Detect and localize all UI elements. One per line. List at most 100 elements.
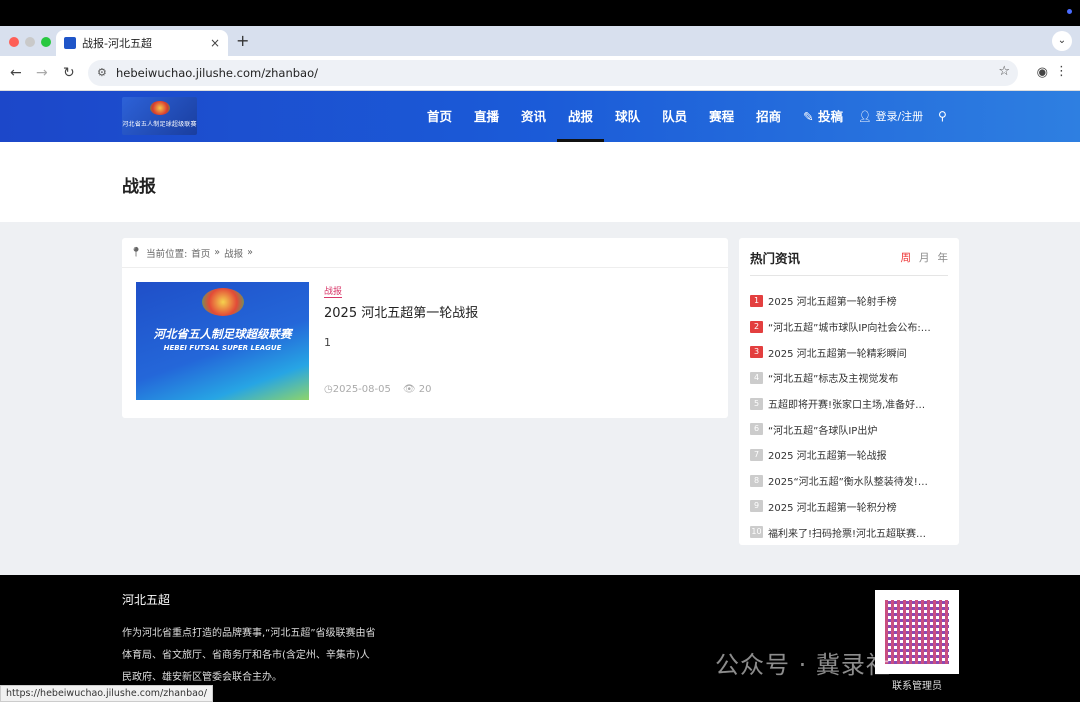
tab-bar: 战报-河北五超 × + ⌄ (0, 26, 1080, 56)
rank-badge: 5 (750, 397, 763, 410)
widget-title: 热门资讯 (750, 251, 801, 266)
post-date: ◷2025-08-05 (324, 384, 391, 395)
status-url-bubble: https://hebeiwuchao.jilushe.com/zhanbao/ (0, 685, 213, 702)
rank-badge: 10 (750, 526, 763, 539)
more-menu-icon[interactable]: ⋮ (1055, 64, 1068, 79)
site-logo[interactable]: 河北省五人制足球超级联赛 (122, 97, 197, 135)
breadcrumb-home[interactable]: 首页 (191, 246, 210, 260)
edit-icon: ✎ (803, 109, 818, 124)
list-item[interactable]: 6 “河北五超”各球队IP出炉 (750, 416, 948, 442)
hot-news-link[interactable]: 2025 河北五超第一轮战报 (768, 447, 887, 462)
website: 河北省五人制足球超级联赛 首页 直播 资讯 战报 球队 队员 赛程 招商 ✎ 投… (0, 91, 1080, 702)
rank-badge: 9 (750, 500, 763, 513)
forward-icon[interactable]: → (36, 65, 48, 81)
hot-news-link[interactable]: 福利来了!扫码抢票!河北五超联赛… (768, 525, 926, 540)
list-item[interactable]: 5 五超即将开赛!张家口主场,准备好… (750, 391, 948, 417)
eye-icon: 👁︎ (402, 384, 419, 395)
footer-description: 作为河北省重点打造的品牌赛事,“河北五超”省级联赛由省体育局、省文旅厅、省商务厅… (122, 628, 376, 683)
post-views: 👁︎ 20 (403, 384, 432, 395)
widget-header: 热门资讯 周 月 年 (750, 248, 948, 276)
nav-sponsor[interactable]: 招商 (745, 91, 792, 142)
list-item[interactable]: 1 2025 河北五超第一轮射手榜 (750, 288, 948, 314)
breadcrumb-current[interactable]: 战报 (224, 246, 243, 260)
user-icon: 👤︎ (858, 110, 876, 123)
post-thumbnail[interactable]: 河北省五人制足球超级联赛 HEBEI FUTSAL SUPER LEAGUE (136, 282, 309, 400)
tab-week[interactable]: 周 (901, 250, 912, 265)
list-item[interactable]: 9 2025 河北五超第一轮积分榜 (750, 494, 948, 520)
hot-news-link[interactable]: 2025“河北五超”衡水队整装待发!… (768, 473, 928, 488)
new-tab-button[interactable]: + (236, 31, 249, 50)
nav-teams[interactable]: 球队 (604, 91, 651, 142)
logo-text: 河北省五人制足球超级联赛 (122, 121, 197, 128)
minimize-window-button[interactable] (25, 37, 35, 47)
menu-bar (0, 0, 1080, 26)
list-item[interactable]: 7 2025 河北五超第一轮战报 (750, 442, 948, 468)
rank-badge: 3 (750, 346, 763, 359)
login-label: 登录/注册 (875, 110, 924, 123)
browser-tab[interactable]: 战报-河北五超 × (56, 30, 228, 56)
tab-month[interactable]: 月 (919, 250, 930, 265)
hot-news-link[interactable]: 2025 河北五超第一轮射手榜 (768, 293, 897, 308)
post-date-text: 2025-08-05 (332, 384, 391, 395)
breadcrumb-separator: » (214, 247, 221, 258)
nav-schedule[interactable]: 赛程 (698, 91, 745, 142)
page-title: 战报 (122, 177, 156, 197)
status-dot (1067, 9, 1072, 14)
post-meta: ◷2025-08-05 👁︎ 20 (324, 384, 431, 395)
back-icon[interactable]: ← (10, 65, 22, 81)
hot-news-link[interactable]: “河北五超”标志及主视觉发布 (768, 370, 898, 385)
list-item[interactable]: 8 2025“河北五超”衡水队整装待发!… (750, 468, 948, 494)
breadcrumb-tail: » (247, 247, 253, 258)
profile-icon[interactable]: ◉ (1037, 65, 1048, 80)
main-nav: 首页 直播 资讯 战报 球队 队员 赛程 招商 ✎ 投稿 (416, 91, 854, 142)
tab-close-icon[interactable]: × (210, 36, 220, 50)
nav-home[interactable]: 首页 (416, 91, 463, 142)
list-item[interactable]: 3 2025 河北五超第一轮精彩瞬间 (750, 339, 948, 365)
url-input[interactable]: ⚙ hebeiwuchao.jilushe.com/zhanbao/ ☆ (88, 60, 1018, 86)
rank-badge: 7 (750, 448, 763, 461)
tab-title: 战报-河北五超 (82, 37, 152, 50)
bookmark-star-icon[interactable]: ☆ (998, 64, 1010, 79)
zoom-window-button[interactable] (41, 37, 51, 47)
footer-brand: 河北五超 (122, 593, 171, 607)
nav-news[interactable]: 资讯 (510, 91, 557, 142)
rank-badge: 2 (750, 320, 763, 333)
rank-badge: 8 (750, 474, 763, 487)
list-item[interactable]: 2 “河北五超”城市球队IP向社会公布:… (750, 314, 948, 340)
login-link[interactable]: 👤︎ 登录/注册 (858, 91, 923, 142)
rank-badge: 4 (750, 371, 763, 384)
search-icon[interactable]: ⚲ (938, 91, 947, 142)
hot-news-link[interactable]: “河北五超”城市球队IP向社会公布:… (768, 319, 931, 334)
hot-news-link[interactable]: 2025 河北五超第一轮精彩瞬间 (768, 345, 907, 360)
tab-year[interactable]: 年 (938, 250, 949, 265)
post-category-tag[interactable]: 战报 (324, 284, 343, 298)
nav-reports[interactable]: 战报 (557, 91, 605, 142)
hot-news-link[interactable]: “河北五超”各球队IP出炉 (768, 422, 877, 437)
nav-submit-label: 投稿 (817, 109, 843, 124)
post-title[interactable]: 2025 河北五超第一轮战报 (324, 302, 478, 321)
site-info-icon[interactable]: ⚙ (97, 66, 107, 79)
period-tabs: 周 月 年 (901, 250, 949, 265)
thumb-title: 河北省五人制足球超级联赛 (153, 327, 292, 341)
reload-icon[interactable]: ↻ (63, 65, 75, 81)
breadcrumb: 📍︎ 当前位置: 首页 » 战报 » (122, 238, 728, 268)
rank-badge: 6 (750, 423, 763, 436)
list-item[interactable]: 4 “河北五超”标志及主视觉发布 (750, 365, 948, 391)
browser-chrome: 战报-河北五超 × + ⌄ ← → ↻ ⚙ hebeiwuchao.jilush… (0, 0, 1080, 91)
nav-live[interactable]: 直播 (463, 91, 510, 142)
hot-news-link[interactable]: 五超即将开赛!张家口主场,准备好… (768, 396, 925, 411)
list-item[interactable]: 10 福利来了!扫码抢票!河北五超联赛… (750, 519, 948, 545)
hot-news-widget: 热门资讯 周 月 年 1 2025 河北五超第一轮射手榜 2 “河北五超”城市球队I… (739, 238, 959, 545)
hot-news-list: 1 2025 河北五超第一轮射手榜 2 “河北五超”城市球队IP向社会公布:… 32… (750, 288, 948, 545)
logo-emblem (150, 101, 170, 115)
tab-search-button[interactable]: ⌄ (1052, 31, 1072, 51)
favicon-icon (64, 37, 76, 49)
qr-pattern (885, 600, 949, 664)
breadcrumb-label: 当前位置: (146, 248, 188, 260)
nav-submit[interactable]: ✎ 投稿 (792, 91, 854, 142)
hot-news-link[interactable]: 2025 河北五超第一轮积分榜 (768, 499, 897, 514)
url-text: hebeiwuchao.jilushe.com/zhanbao/ (116, 66, 319, 80)
nav-players[interactable]: 队员 (651, 91, 698, 142)
close-window-button[interactable] (9, 37, 19, 47)
site-header: 河北省五人制足球超级联赛 首页 直播 资讯 战报 球队 队员 赛程 招商 ✎ 投… (0, 91, 1080, 142)
